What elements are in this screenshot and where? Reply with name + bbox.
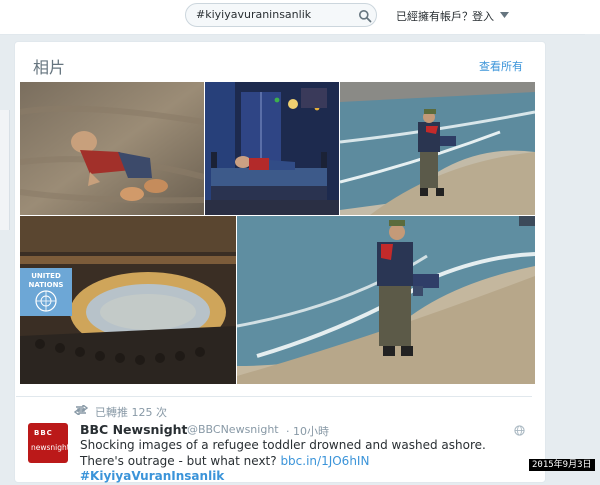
photo-beach-top[interactable] bbox=[340, 82, 535, 215]
tweet-text: Shocking images of a refugee toddler dro… bbox=[80, 438, 516, 485]
photos-title: 相片 bbox=[33, 58, 66, 77]
photo-beach-large[interactable] bbox=[237, 216, 535, 384]
tweet-timestamp[interactable]: · 10小時 bbox=[286, 423, 329, 439]
date-stamp: 2015年9月3日 bbox=[529, 459, 595, 471]
retweet-icon bbox=[74, 405, 88, 415]
tweet-link[interactable]: bbc.in/1JO6hIN bbox=[280, 454, 369, 468]
photo-un-council[interactable]: UNITED NATIONS bbox=[20, 216, 236, 384]
globe-icon bbox=[514, 425, 525, 436]
view-all-link[interactable]: 查看所有 bbox=[479, 58, 523, 74]
tweet-hashtag[interactable]: #KiyiyaVuranInsanlik bbox=[80, 469, 224, 483]
page-gutter bbox=[585, 34, 600, 471]
avatar[interactable]: BBC newsnight bbox=[28, 423, 68, 463]
tweet-author-name[interactable]: BBC Newsnight bbox=[80, 422, 188, 437]
retweet-count: 已轉推 125 次 bbox=[95, 406, 167, 419]
search-input[interactable]: #kiyiyavuraninsanlik bbox=[196, 8, 311, 21]
search-box[interactable]: #kiyiyavuraninsanlik bbox=[185, 3, 377, 27]
search-icon[interactable] bbox=[358, 9, 372, 23]
login-link[interactable]: 登入 bbox=[472, 8, 494, 24]
tweet-author-handle[interactable]: @BBCNewsnight bbox=[187, 423, 279, 436]
have-account-text: 已經擁有帳戶？ bbox=[396, 10, 473, 23]
un-badge-line1: UNITED bbox=[31, 272, 61, 280]
photo-drawing[interactable] bbox=[20, 82, 204, 215]
left-edge-scrollbar[interactable] bbox=[0, 110, 10, 230]
avatar-newsnight: newsnight bbox=[31, 443, 68, 452]
avatar-bbc: BBC bbox=[34, 429, 53, 437]
tweet-card[interactable]: 已轉推 125 次 BBC newsnight BBC Newsnight @B… bbox=[16, 396, 532, 483]
un-badge-line2: NATIONS bbox=[29, 281, 64, 289]
caret-down-icon[interactable] bbox=[500, 12, 509, 18]
un-emblem-icon bbox=[35, 290, 57, 312]
top-bar: #kiyiyavuraninsanlik 已經擁有帳戶？ 登入 bbox=[0, 0, 600, 35]
photo-night[interactable] bbox=[205, 82, 339, 215]
